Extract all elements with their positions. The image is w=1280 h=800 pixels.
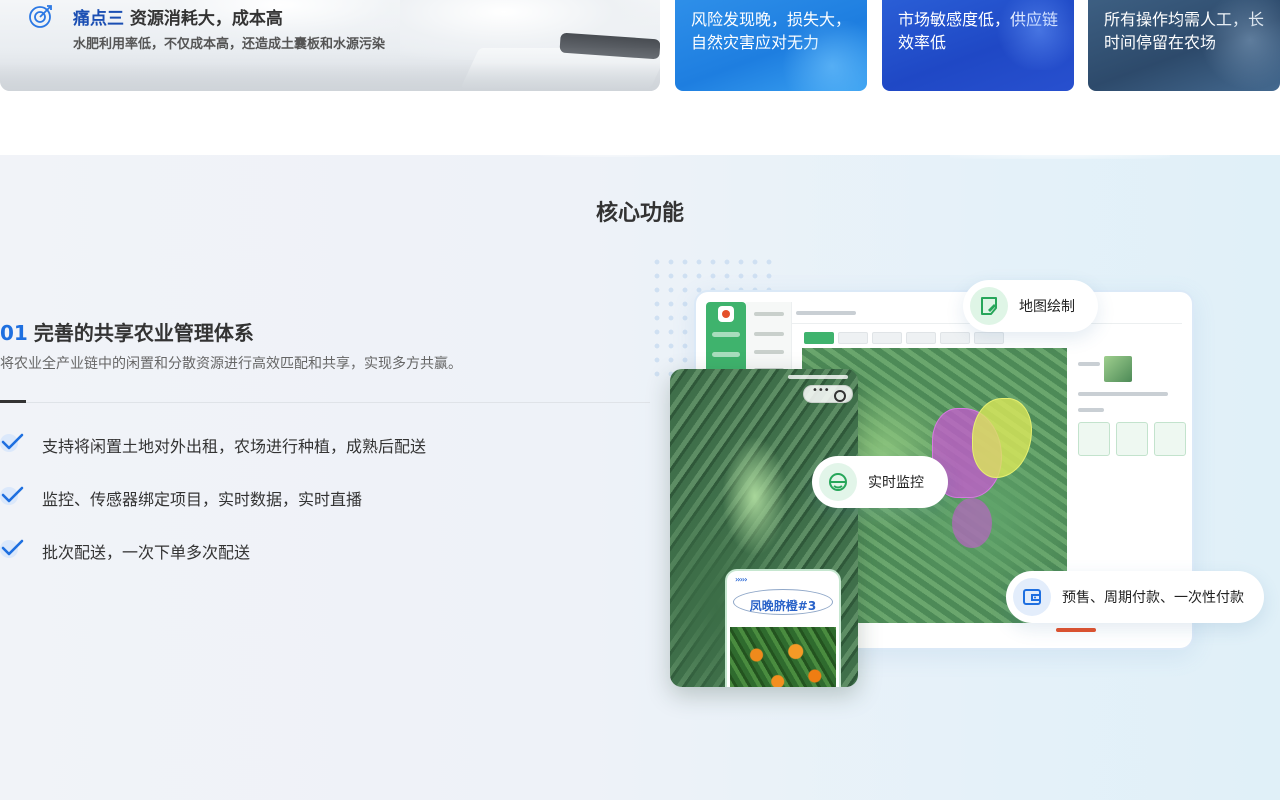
- dashboard-footer-logo: [1056, 628, 1096, 632]
- panel-label: [1078, 362, 1100, 366]
- menu-item: [754, 312, 784, 316]
- pain-card-text: 市场敏感度低，供应链效率低: [898, 10, 1059, 52]
- menu-item: [754, 350, 784, 354]
- dashboard-toolbar: [804, 332, 1044, 346]
- panel-label: [1078, 392, 1168, 396]
- zone-card: [1078, 422, 1110, 456]
- sidebar-item: [712, 332, 740, 337]
- sidebar-item: [712, 352, 740, 357]
- panel-label: [1078, 408, 1104, 412]
- menu-item: [754, 332, 784, 336]
- monitor-icon: [829, 473, 847, 491]
- feature-heading: 01 完善的共享农业管理体系: [0, 317, 254, 346]
- feature-description: 将农业全产业链中的闲置和分散资源进行高效匹配和共享，实现多方共赢。: [0, 356, 462, 372]
- list-item-text: 支持将闲置土地对外出租，农场进行种植，成熟后配送: [42, 437, 427, 456]
- toolbar-button: [872, 332, 902, 344]
- payment-badge: 预售、周期付款、一次性付款: [1006, 571, 1264, 623]
- mobile-app-screenshot: ››››› 凤晚脐橙#3: [670, 369, 858, 687]
- phone-status-bar: [788, 375, 848, 379]
- toolbar-button: [940, 332, 970, 344]
- pain-point-title: 痛点三 资源消耗大，成本高: [73, 4, 283, 29]
- map-zone: [952, 498, 992, 548]
- app-logo-icon: [718, 306, 734, 322]
- check-icon: [0, 539, 24, 558]
- toolbar-button: [974, 332, 1004, 344]
- pain-card-text: 所有操作均需人工，长时间停留在农场: [1104, 10, 1265, 52]
- banner-background: [0, 63, 660, 91]
- orange-tree-photo: [730, 627, 836, 687]
- pain-card-manual[interactable]: 所有操作均需人工，长时间停留在农场: [1088, 0, 1280, 91]
- pain-point-banner: 痛点三 资源消耗大，成本高 水肥利用率低，不仅成本高，还造成土囊板和水源污染: [0, 0, 660, 91]
- product-card: ››››› 凤晚脐橙#3: [725, 569, 841, 687]
- pain-card-text: 风险发现晚，损失大，自然灾害应对无力: [691, 10, 852, 52]
- feature-number: 01: [0, 321, 28, 345]
- check-icon: [0, 433, 24, 452]
- toolbar-button: [838, 332, 868, 344]
- product-name: 凤晚脐橙#3: [749, 599, 817, 613]
- pain-point-number: 痛点三: [73, 9, 124, 29]
- map-draw-badge: 地图绘制: [963, 280, 1098, 332]
- toolbar-button: [906, 332, 936, 344]
- badge-label: 预售、周期付款、一次性付款: [1062, 590, 1244, 606]
- divider: [0, 402, 650, 403]
- pain-card-risk[interactable]: 风险发现晚，损失大，自然灾害应对无力: [675, 0, 867, 91]
- map-thumbnail: [1104, 356, 1132, 382]
- zone-card: [1154, 422, 1186, 456]
- zone-card: [1116, 422, 1148, 456]
- divider-accent: [0, 400, 26, 403]
- arrows-icon: ›››››: [735, 575, 748, 584]
- toolbar-button: [804, 332, 834, 344]
- map-zone: [972, 398, 1032, 478]
- pain-point-heading: 资源消耗大，成本高: [129, 9, 283, 29]
- pain-card-market[interactable]: 市场敏感度低，供应链效率低: [882, 0, 1074, 91]
- list-item-text: 监控、传感器绑定项目，实时数据，实时直播: [42, 490, 363, 509]
- pain-point-description: 水肥利用率低，不仅成本高，还造成土囊板和水源污染: [73, 37, 386, 52]
- check-icon: [0, 486, 24, 505]
- badge-label: 地图绘制: [1019, 299, 1075, 315]
- map-draw-icon: [981, 297, 997, 315]
- feature-title: 完善的共享农业管理体系: [33, 321, 254, 345]
- section-title: 核心功能: [595, 201, 684, 226]
- badge-label: 实时监控: [868, 475, 924, 491]
- wallet-icon: [1023, 589, 1041, 605]
- list-item-text: 批次配送，一次下单多次配送: [42, 543, 251, 562]
- live-monitor-badge: 实时监控: [812, 456, 948, 508]
- mini-program-capsule: [803, 385, 853, 403]
- target-icon: [29, 5, 52, 28]
- breadcrumb: [796, 311, 856, 315]
